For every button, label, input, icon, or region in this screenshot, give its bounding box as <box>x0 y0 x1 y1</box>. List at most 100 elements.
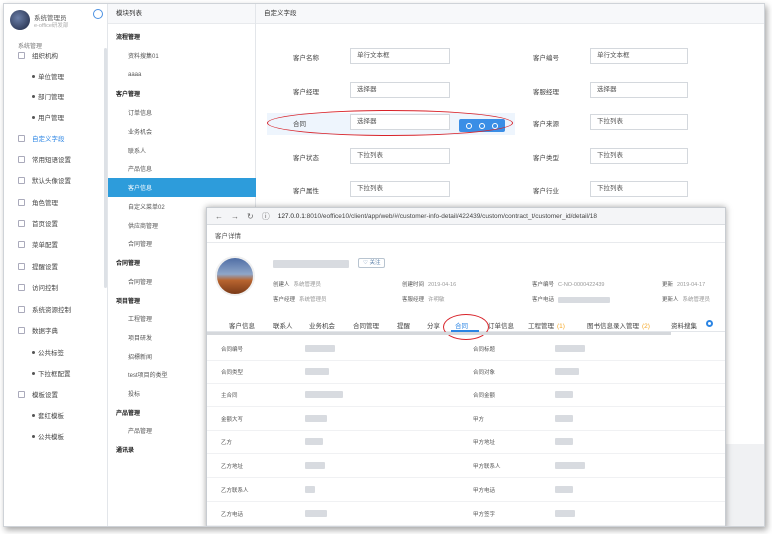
field-type-box[interactable]: 下拉列表 <box>350 148 450 164</box>
meta-updated-by: 更新人 系统管理员 <box>662 297 711 303</box>
module-item[interactable]: 联系人 <box>108 141 256 160</box>
role-icon <box>18 198 25 206</box>
settings-icon[interactable] <box>93 9 103 19</box>
sidebar-item-label: 常用短语设置 <box>32 157 71 164</box>
sidebar-item[interactable]: 首页设置 <box>4 216 108 230</box>
tab-10[interactable]: 资料搜集 <box>671 320 697 330</box>
detail-label: 甲方联系人 <box>473 464 501 470</box>
detail-value-redacted <box>305 486 315 493</box>
sidebar-item[interactable]: 用户管理 <box>4 110 108 124</box>
sidebar-item[interactable]: 菜单配置 <box>4 237 108 251</box>
sidebar-item[interactable]: 下拉框配置 <box>4 366 108 380</box>
field-type-box[interactable]: 选择器 <box>350 82 450 98</box>
sidebar-item-label: 单位管理 <box>38 74 64 81</box>
module-item[interactable]: 资料搜集01 <box>108 46 256 65</box>
sidebar-item-label: 菜单配置 <box>32 242 58 249</box>
field-type-box[interactable]: 下拉列表 <box>590 114 688 130</box>
sidebar-item[interactable]: 套红模板 <box>4 408 108 422</box>
sidebar-item-label: 系统资源控制 <box>32 307 71 314</box>
field-label: 客户行业 <box>533 188 559 195</box>
back-arrow-icon[interactable]: ← <box>215 212 223 221</box>
tab-9[interactable]: 图书信息录入管理 (2) <box>587 320 650 330</box>
tab-settings-icon[interactable] <box>706 320 713 327</box>
sidebar-item[interactable]: 常用短语设置 <box>4 152 108 166</box>
meta-update-time: 更新 2019-04-17 <box>662 282 706 288</box>
phrase-icon <box>18 155 25 163</box>
tab-7[interactable]: 订单信息 <box>488 320 514 330</box>
sidebar-item[interactable]: 公共标签 <box>4 345 108 359</box>
user-department: e-office研发部 <box>34 23 69 29</box>
reload-icon[interactable]: ↻ <box>247 212 254 221</box>
module-item[interactable]: 产品信息 <box>108 159 256 178</box>
sidebar-item[interactable]: 自定义字段 <box>4 131 108 145</box>
user-avatar[interactable] <box>10 10 30 30</box>
module-item[interactable]: aaaa <box>108 65 256 84</box>
tab-3[interactable]: 合同管理 <box>353 320 379 330</box>
tab-8[interactable]: 工程管理 (1) <box>528 320 565 330</box>
sidebar-item[interactable]: 单位管理 <box>4 69 108 83</box>
tab-2[interactable]: 业务机会 <box>309 320 335 330</box>
divider <box>207 242 725 243</box>
detail-value-redacted <box>305 345 335 352</box>
sidebar-item[interactable]: 默认头像设置 <box>4 173 108 187</box>
detail-value-redacted <box>305 391 343 398</box>
field-type-box[interactable]: 下拉列表 <box>590 148 688 164</box>
sidebar-item[interactable]: 访问控制 <box>4 280 108 294</box>
field-type-box[interactable]: 下拉列表 <box>350 181 450 197</box>
sidebar-item[interactable]: 模板设置 <box>4 387 108 401</box>
detail-value-redacted <box>305 415 327 422</box>
resource-icon <box>18 305 25 313</box>
field-type-box[interactable]: 选择器 <box>590 82 688 98</box>
tabs-scrollbar[interactable] <box>207 332 671 335</box>
customer-avatar <box>215 256 255 296</box>
forward-arrow-icon[interactable]: → <box>231 212 239 221</box>
detail-value-redacted <box>555 391 573 398</box>
tab-5[interactable]: 分享 <box>427 320 440 330</box>
detail-value-redacted <box>555 345 585 352</box>
detail-row: 乙方 甲方地址 <box>207 430 725 454</box>
module-list-title: 模块列表 <box>108 4 255 24</box>
app-window: 系统管理员 e-office研发部 系统管理 组织机构 单位管理 部门管理 用户管理自… <box>3 3 765 527</box>
field-type-box[interactable]: 下拉列表 <box>590 181 688 197</box>
meta-phone: 客户电话 <box>532 295 611 303</box>
detail-label: 乙方联系人 <box>221 488 249 494</box>
sidebar-item[interactable]: 系统资源控制 <box>4 302 108 316</box>
detail-value-redacted <box>305 510 327 517</box>
sidebar-item-label: 部门管理 <box>38 94 64 101</box>
module-group-header: 流程管理 <box>116 35 141 41</box>
detail-label: 乙方地址 <box>221 464 244 470</box>
sidebar-scrollbar[interactable] <box>104 48 107 288</box>
sidebar-item-label: 下拉框配置 <box>38 371 71 378</box>
custom-field-icon <box>18 134 25 142</box>
detail-value-redacted <box>555 462 585 469</box>
sidebar-item[interactable]: 组织机构 <box>4 48 108 62</box>
background-area <box>726 444 764 526</box>
module-item[interactable]: 订单信息 <box>108 103 256 122</box>
field-type-box[interactable]: 单行文本框 <box>590 48 688 64</box>
menu-config-icon <box>18 240 25 248</box>
module-item[interactable]: 客户信息 <box>108 178 256 197</box>
browser-window: ← → ↻ ⓘ 127.0.0.1:8010/eoffice10/client/… <box>206 207 726 526</box>
sidebar-item-label: 模板设置 <box>32 392 58 399</box>
module-item[interactable]: 业务机会 <box>108 122 256 141</box>
tab-0[interactable]: 客户信息 <box>229 320 255 330</box>
detail-value-redacted <box>305 462 325 469</box>
follow-button[interactable]: ♡ 关注 <box>358 258 386 268</box>
field-type-box[interactable]: 单行文本框 <box>350 48 450 64</box>
user-header: 系统管理员 e-office研发部 <box>4 4 108 36</box>
sidebar-item-label: 组织机构 <box>32 53 58 60</box>
sidebar-item[interactable]: 提醒设置 <box>4 259 108 273</box>
sidebar-item[interactable]: 数据字典 <box>4 323 108 337</box>
tab-4[interactable]: 提醒 <box>397 320 410 330</box>
template-icon <box>18 390 25 398</box>
detail-row: 乙方地址 甲方联系人 <box>207 454 725 478</box>
detail-label: 甲方地址 <box>473 440 496 446</box>
field-label: 客户来源 <box>533 121 559 128</box>
tab-1[interactable]: 联系人 <box>273 320 293 330</box>
sidebar-item[interactable]: 公共模板 <box>4 429 108 443</box>
detail-label: 乙方电话 <box>221 512 244 518</box>
reminder-icon <box>18 262 25 270</box>
url-field[interactable]: 127.0.0.1:8010/eoffice10/client/app/web/… <box>278 213 597 220</box>
sidebar-item[interactable]: 角色管理 <box>4 195 108 209</box>
sidebar-item[interactable]: 部门管理 <box>4 89 108 103</box>
